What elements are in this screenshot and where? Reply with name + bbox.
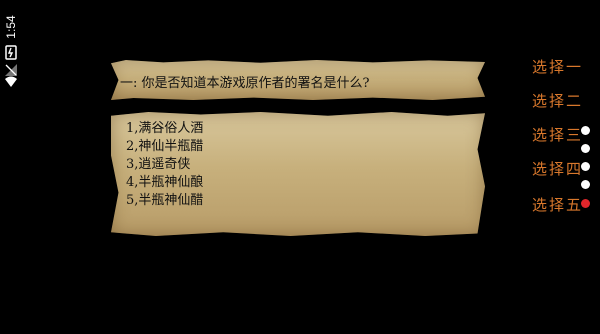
wifi-icon: [3, 74, 19, 94]
choice-button-4[interactable]: 选择四: [532, 158, 583, 179]
page-dot-3: [581, 162, 590, 171]
status-time: 1:54: [4, 15, 18, 39]
page-dot-4: [581, 180, 590, 189]
answer-option-1: 1,满谷俗人酒: [126, 121, 204, 136]
choice-button-1[interactable]: 选择一: [532, 56, 583, 77]
choice-button-5[interactable]: 选择五: [532, 194, 583, 215]
answer-option-4: 4,半瓶神仙酿: [126, 175, 204, 190]
question-text: 一: 你是否知道本游戏原作者的署名是什么?: [120, 76, 370, 91]
choice-button-3[interactable]: 选择三: [532, 124, 583, 145]
answer-option-5: 5,半瓶神仙醋: [126, 193, 204, 208]
page-dot-1: [581, 126, 590, 135]
answer-option-2: 2,神仙半瓶醋: [126, 139, 204, 154]
answer-list: 1,满谷俗人酒 2,神仙半瓶醋 3,逍遥奇侠 4,半瓶神仙酿 5,半瓶神仙醋: [126, 120, 203, 210]
status-bar: 1:54: [0, 0, 22, 334]
battery-icon: [3, 44, 19, 64]
page-dot-2: [581, 144, 590, 153]
choice-button-2[interactable]: 选择二: [532, 90, 583, 111]
answer-option-3: 3,逍遥奇侠: [126, 157, 191, 172]
page-dot-5: [581, 199, 590, 208]
